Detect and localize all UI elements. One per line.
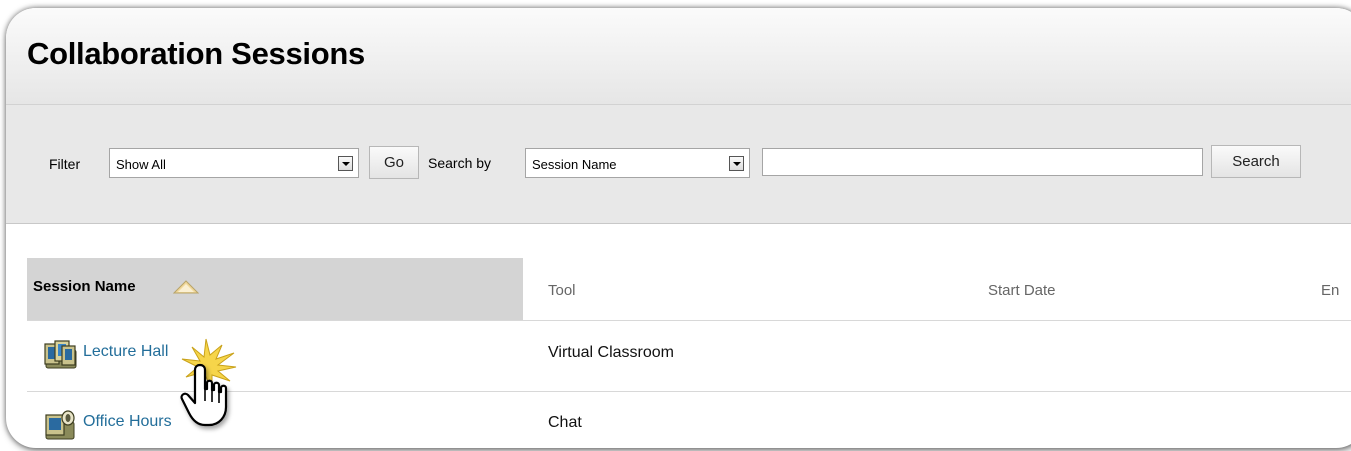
filter-bar: Filter Show All Go Search by Session Nam… [6, 105, 1351, 224]
virtual-classroom-icon [44, 340, 77, 369]
dropdown-arrow-icon[interactable] [729, 156, 744, 171]
session-link-office-hours[interactable]: Office Hours [83, 413, 172, 431]
sort-ascending-icon[interactable] [173, 280, 199, 294]
session-tool: Chat [548, 414, 582, 431]
search-input[interactable] [762, 148, 1203, 176]
filter-select-value: Show All [116, 157, 166, 172]
column-header-end-date[interactable]: En [1321, 282, 1339, 299]
column-header-start-date[interactable]: Start Date [988, 282, 1056, 299]
dropdown-arrow-icon[interactable] [338, 156, 353, 171]
chat-session-icon [45, 410, 75, 440]
hand-pointer-icon [180, 338, 237, 427]
column-header-tool[interactable]: Tool [548, 282, 576, 299]
session-tool: Virtual Classroom [548, 344, 674, 361]
search-by-select[interactable]: Session Name [525, 148, 750, 178]
table-header: Session Name Tool Start Date En [27, 258, 1351, 321]
filter-select[interactable]: Show All [109, 148, 359, 178]
search-by-select-value: Session Name [532, 157, 617, 172]
title-bar: Collaboration Sessions [6, 8, 1351, 105]
session-link-lecture-hall[interactable]: Lecture Hall [83, 343, 168, 361]
search-button[interactable]: Search [1211, 145, 1301, 178]
column-header-session-name[interactable]: Session Name [27, 258, 523, 320]
go-button[interactable]: Go [369, 146, 419, 179]
column-header-session-name-label: Session Name [33, 278, 136, 295]
page-title: Collaboration Sessions [27, 36, 365, 71]
search-by-label: Search by [428, 155, 492, 171]
filter-label: Filter [49, 156, 81, 172]
